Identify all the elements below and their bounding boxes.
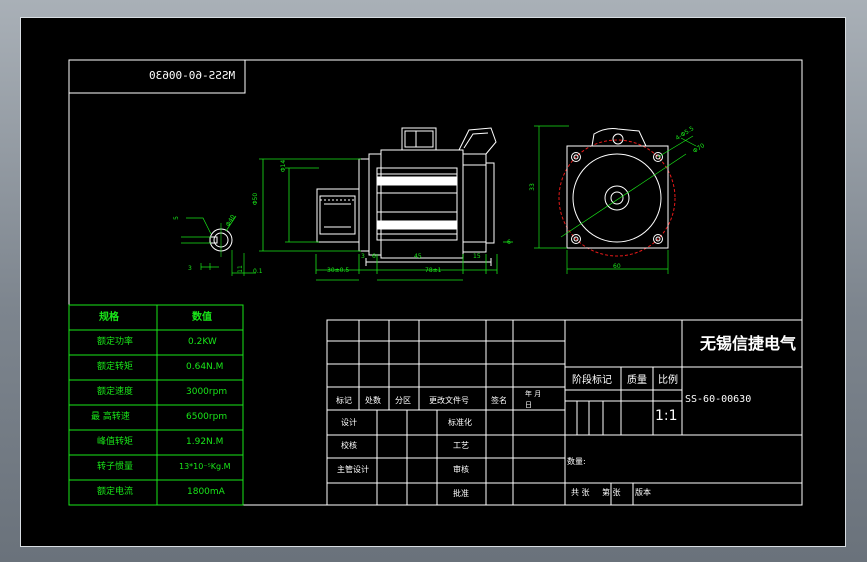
label-review: 审核 <box>453 465 469 474</box>
spec-row-param: 额定转矩 <box>97 362 134 372</box>
part-code: SS-60-00630 <box>685 394 752 405</box>
label-stage-mark: 阶段标记 <box>572 375 612 386</box>
dim-key-w: 5 <box>172 216 180 220</box>
dim-flange-len: 30±0.5 <box>327 267 350 274</box>
spec-row-param: 转子惯量 <box>97 462 134 472</box>
label-approve: 批准 <box>453 489 469 498</box>
label-weight: 质量 <box>627 375 647 386</box>
label-standardize: 标准化 <box>448 418 472 427</box>
dim-shaft-dia: Φ14 <box>280 159 288 173</box>
spec-row-value: 3000rpm <box>186 387 228 397</box>
dim-small-a: 6 <box>372 253 376 260</box>
scale-value: 1:1 <box>655 408 678 424</box>
label-quantity: 数量: <box>567 457 586 466</box>
label-version: 版本 <box>635 488 651 497</box>
col-sign: 签名 <box>491 396 507 405</box>
spec-row-value: 13*10⁻⁵Kg.M <box>179 462 231 471</box>
spec-header-value: 数值 <box>192 312 212 323</box>
col-doc: 更改文件号 <box>429 396 469 405</box>
spec-row-param: 额定功率 <box>97 337 134 347</box>
label-sheet-no: 第 张 <box>602 488 621 497</box>
spec-row-value: 6500rpm <box>186 412 228 422</box>
dim-key-h: 11 <box>236 265 244 273</box>
dim-small-e: 0.1 <box>253 268 263 275</box>
spec-row-param: 额定速度 <box>97 387 134 397</box>
label-check: 校核 <box>341 441 357 450</box>
dim-small-b: 3 <box>361 253 365 260</box>
dim-pilot: Φ50 <box>252 192 260 206</box>
dim-small-c: 15 <box>473 253 481 260</box>
front-dimensions <box>534 125 697 274</box>
dim-length-total: 78±1 <box>425 267 442 274</box>
label-process: 工艺 <box>453 441 469 450</box>
dim-front-width: 60 <box>613 263 621 270</box>
label-ratio: 比例 <box>658 375 678 386</box>
spec-row-value: 0.64N.M <box>186 362 224 372</box>
col-date-day: 日 <box>525 401 532 409</box>
cad-viewport: MSSS-60-00630 规格 数值 额定功率 0.2KW 额定转矩 0.64… <box>0 0 867 562</box>
spec-row-value: 1.92N.M <box>186 437 224 447</box>
label-design: 设计 <box>341 418 357 427</box>
col-mark: 标记 <box>336 396 352 405</box>
motor-side-view <box>316 127 497 266</box>
dim-key-depth: 3 <box>188 265 192 272</box>
spec-row-value: 0.2KW <box>188 337 217 347</box>
spec-row-param: 额定电流 <box>97 487 134 497</box>
label-chief-design: 主管设计 <box>337 465 369 474</box>
dim-shaft-len: 45 <box>414 253 422 260</box>
spec-row-value: 1800mA <box>187 487 225 497</box>
drawing-svg <box>68 59 803 506</box>
col-zone: 分区 <box>395 396 411 405</box>
dim-front-height: 33 <box>528 183 536 191</box>
company-name: 无锡信捷电气 <box>700 334 797 353</box>
mirrored-drawing-code: MSSS-60-00630 <box>149 69 236 82</box>
col-count: 处数 <box>365 396 381 405</box>
spec-table-grid <box>68 304 244 506</box>
motor-front-view <box>558 128 676 257</box>
spec-row-param: 最 高转速 <box>91 412 130 422</box>
drawing-canvas[interactable]: MSSS-60-00630 规格 数值 额定功率 0.2KW 额定转矩 0.64… <box>20 17 846 547</box>
shaft-section <box>209 223 233 257</box>
dim-small-d: 6 <box>507 239 511 246</box>
col-date-year: 年 月 <box>525 390 542 398</box>
spec-header-param: 规格 <box>99 312 119 323</box>
label-sheets-total: 共 张 <box>571 488 590 497</box>
spec-row-param: 峰值转矩 <box>97 437 134 447</box>
